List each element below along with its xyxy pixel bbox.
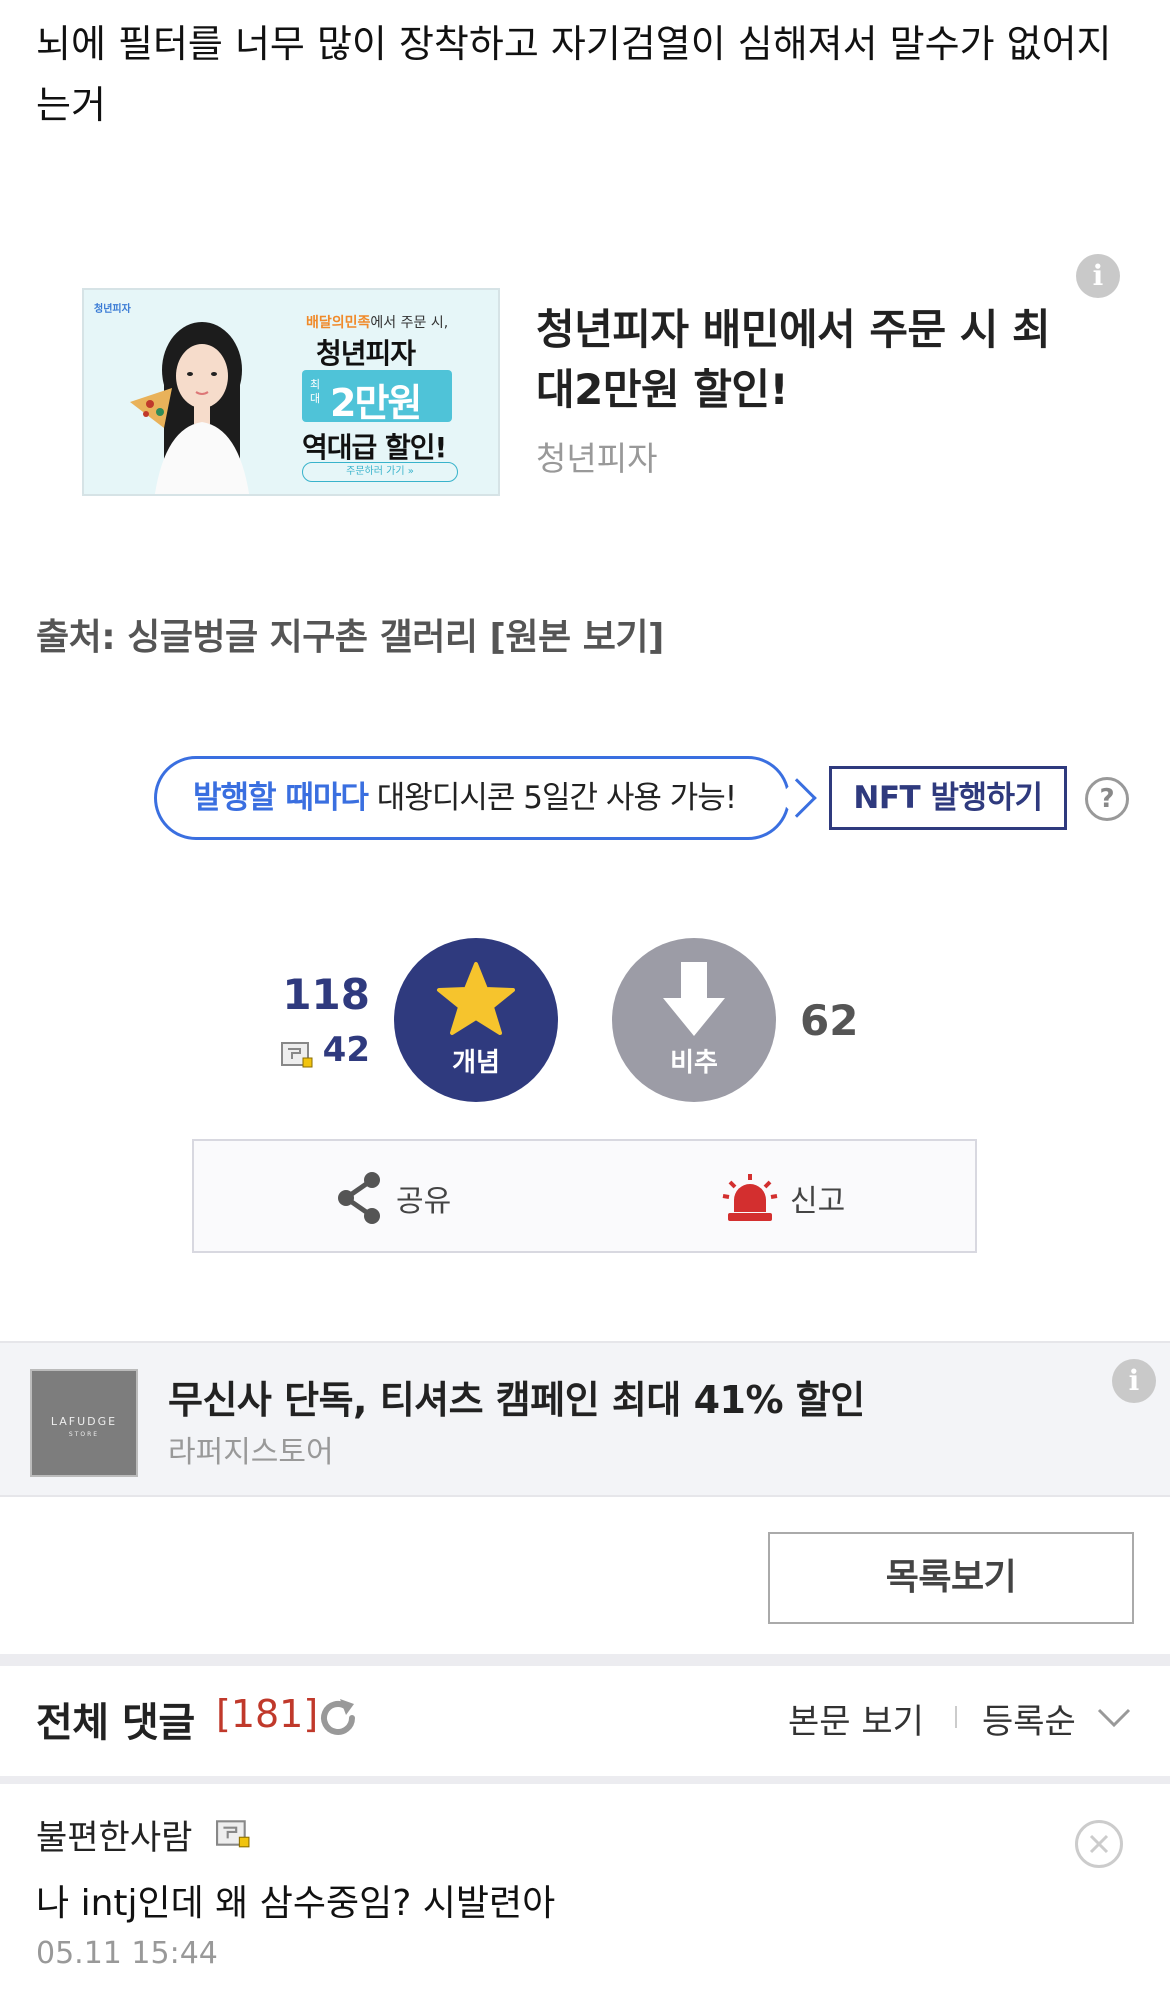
ad-title[interactable]: 청년피자 배민에서 주문 시 최대2만원 할인!	[536, 300, 1076, 420]
divider	[955, 1706, 957, 1728]
nft-promo-bubble: 발행할 때마다 대왕디시콘 5일간 사용 가능!	[154, 756, 790, 840]
action-bar: 공유 신고	[192, 1139, 977, 1253]
ad2-logo-thumbnail: LAFUDGE STORE	[30, 1369, 138, 1477]
report-label: 신고	[790, 1184, 846, 1219]
gonick-icon	[216, 1820, 250, 1848]
comments-header: 전체 댓글	[36, 1700, 195, 1746]
ad-thumb-line2: 청년피자	[316, 337, 416, 370]
share-label: 공유	[396, 1184, 452, 1219]
star-icon	[437, 962, 515, 1035]
section-divider	[0, 1654, 1170, 1666]
ad-advertiser[interactable]: 청년피자	[536, 432, 657, 480]
delete-comment-button[interactable]	[1075, 1820, 1123, 1868]
ad2-info-icon[interactable]: i	[1112, 1359, 1156, 1403]
ad-thumb-discount-box: 최대 2만원	[302, 370, 452, 425]
siren-icon	[722, 1174, 778, 1221]
post-source-link[interactable]: 출처: 싱글벙글 지구촌 갤러리 [원본 보기]	[36, 608, 664, 660]
ad-thumb-line1: 배달의민족에서 주문 시,	[306, 315, 449, 331]
ad-info-icon[interactable]: i	[1076, 254, 1120, 298]
comments-count: [181]	[216, 1692, 319, 1736]
chevron-down-icon[interactable]	[1096, 1706, 1132, 1730]
upvote-count: 118	[282, 970, 370, 1019]
report-button[interactable]: 신고	[722, 1169, 845, 1227]
upvote-label: 개념	[452, 1048, 500, 1078]
comment-date: 05.11 15:44	[36, 1936, 218, 1971]
comment-body: 나 intj인데 왜 삼수중임? 시발련아	[36, 1883, 556, 1924]
nft-issue-button[interactable]: NFT 발행하기	[829, 766, 1067, 830]
ad-thumb-cta: 주문하러 가기 »	[302, 462, 458, 482]
refresh-icon[interactable]	[316, 1696, 360, 1740]
gonick-upvote-count: 42	[322, 1030, 370, 1070]
ad2-advertiser[interactable]: 라퍼지스토어	[168, 1427, 334, 1471]
downvote-button[interactable]: 비추	[612, 938, 776, 1102]
upvote-button[interactable]: 개념	[394, 938, 558, 1102]
list-button[interactable]: 목록보기	[768, 1532, 1134, 1624]
close-icon	[1089, 1834, 1109, 1854]
post-body-text: 뇌에 필터를 너무 많이 장착하고 자기검열이 심해져서 말수가 없어지는거	[36, 22, 1112, 127]
share-button[interactable]: 공유	[334, 1169, 451, 1227]
ad2-title[interactable]: 무신사 단독, 티셔츠 캠페인 최대 41% 할인	[168, 1369, 865, 1424]
comment-author[interactable]: 불편한사람	[36, 1810, 192, 1859]
sort-dropdown[interactable]: 등록순	[982, 1694, 1076, 1743]
ad-thumb-line4: 역대급 할인!	[302, 431, 447, 464]
ad-banner-bottom[interactable]: LAFUDGE STORE 무신사 단독, 티셔츠 캠페인 최대 41% 할인 …	[0, 1341, 1170, 1497]
downvote-count: 62	[800, 996, 859, 1045]
ad-model-image	[130, 322, 250, 494]
view-body-button[interactable]: 본문 보기	[788, 1694, 924, 1743]
share-icon	[338, 1172, 380, 1224]
downvote-label: 비추	[670, 1048, 718, 1078]
help-icon[interactable]: ?	[1085, 777, 1129, 821]
arrow-down-icon	[663, 962, 725, 1036]
comments-divider	[0, 1776, 1170, 1784]
ad-thumbnail[interactable]: 청년피자 배달의민족에서 주문 시, 청년피자 최대 2만원 역대급 할인! 주…	[82, 288, 500, 496]
